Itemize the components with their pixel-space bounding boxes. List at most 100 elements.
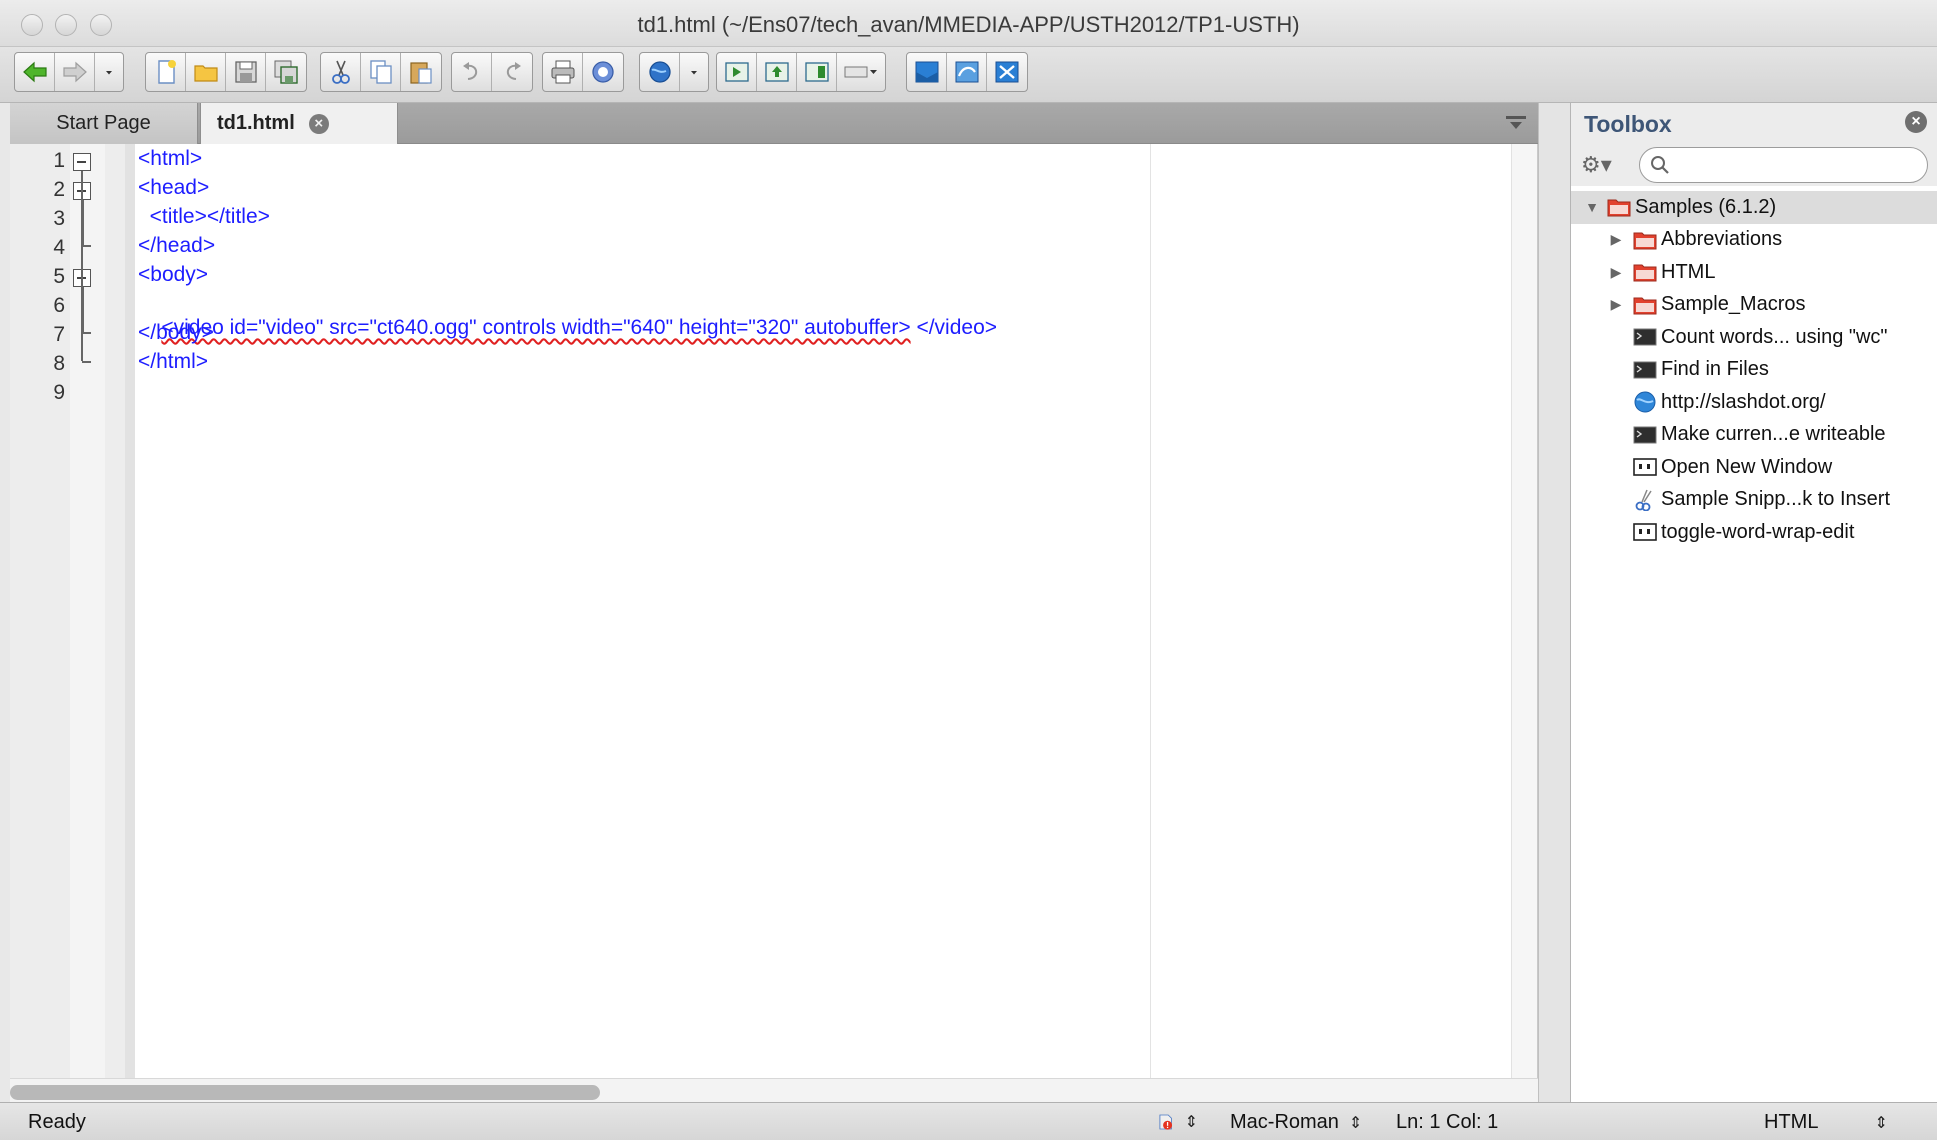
panel-splitter[interactable] [1538, 103, 1570, 1102]
toolbox-item-label: Count words... using "wc" [1661, 325, 1888, 348]
window-layout-button[interactable] [837, 53, 885, 91]
status-bar: Ready ⇕ Mac-Roman ⇕ Ln: 1 Col: 1 HTML ⇕ [0, 1102, 1937, 1140]
undo-button[interactable] [452, 53, 492, 91]
code-line-error-span: <video id="video" src="ct640.ogg" contro… [161, 316, 911, 339]
navigation-group [14, 52, 124, 92]
toolbox-item[interactable]: toggle-word-wrap-edit [1571, 516, 1937, 549]
forward-button[interactable] [55, 53, 95, 91]
toolbox-item-label: Sample_Macros [1661, 293, 1806, 316]
disclosure-expanded-icon[interactable]: ▼ [1585, 199, 1599, 215]
gear-icon[interactable]: ⚙▾ [1581, 152, 1612, 178]
sync-button[interactable] [947, 53, 987, 91]
close-tab-icon[interactable]: × [308, 113, 329, 134]
upload-button[interactable] [757, 53, 797, 91]
browser-preview-icon [648, 61, 671, 83]
toolbox-item[interactable]: Make curren...e writeable [1571, 419, 1937, 452]
run-button[interactable] [717, 53, 757, 91]
code-editor[interactable]: 1 2 3 4 5 6 7 8 9 <html> <head> <title><… [10, 144, 1538, 1105]
fold-guide [81, 171, 83, 361]
undo-icon [462, 62, 477, 80]
code-line: </body> [138, 321, 214, 344]
save-all-button[interactable] [266, 53, 306, 91]
toolbox-search-field[interactable] [1639, 147, 1928, 183]
language-selector[interactable]: HTML ⇕ [1764, 1111, 1888, 1134]
toolbox-item-label: Sample Snipp...k to Insert [1661, 488, 1891, 511]
redo-icon [506, 62, 521, 80]
file-group [145, 52, 307, 92]
disclosure-collapsed-icon[interactable]: ▶ [1609, 231, 1623, 248]
remote-button[interactable] [987, 53, 1027, 91]
save-icon [234, 61, 257, 83]
toolbox-item[interactable]: Sample Snipp...k to Insert [1571, 484, 1937, 517]
open-folder-icon [193, 65, 218, 82]
toolbox-item[interactable]: ▶ Sample_Macros [1571, 289, 1937, 322]
run-group [716, 52, 886, 92]
fold-end [82, 245, 91, 247]
copy-button[interactable] [361, 53, 401, 91]
browser-preview-button[interactable] [640, 53, 680, 91]
folder-icon [1633, 294, 1657, 316]
terminal-icon [1633, 424, 1657, 446]
encoding-selector[interactable]: Mac-Roman ⇕ [1230, 1111, 1362, 1134]
horizontal-scroll-thumb[interactable] [10, 1085, 600, 1100]
print-icon [551, 60, 574, 84]
updown-arrows-icon: ⇕ [1348, 1115, 1363, 1132]
line-number: 2 [53, 178, 65, 201]
tab-td1-html[interactable]: td1.html × [200, 103, 398, 144]
back-button[interactable] [15, 53, 55, 91]
toolbox-item[interactable]: Count words... using "wc" [1571, 321, 1937, 354]
forward-icon [62, 61, 87, 83]
toolbox-item-label: Abbreviations [1661, 228, 1783, 251]
toolbox-toggle-button[interactable] [907, 53, 947, 91]
disclosure-collapsed-icon[interactable]: ▶ [1609, 296, 1623, 313]
paste-icon [410, 62, 432, 84]
redo-button[interactable] [492, 53, 532, 91]
paste-button[interactable] [401, 53, 441, 91]
folder-icon [1607, 196, 1631, 218]
toolbox-item[interactable]: Open New Window [1571, 451, 1937, 484]
tab-start-page[interactable]: Start Page [10, 103, 198, 144]
tab-label: Start Page [56, 112, 151, 134]
open-folder-button[interactable] [186, 53, 226, 91]
horizontal-scrollbar[interactable] [10, 1078, 1538, 1105]
help-icon [592, 61, 614, 83]
disclosure-collapsed-icon[interactable]: ▶ [1609, 264, 1623, 281]
history-dropdown-button[interactable] [95, 53, 123, 91]
vertical-scrollbar[interactable] [1511, 144, 1537, 1078]
upload-icon [764, 62, 789, 82]
line-number: 7 [53, 323, 65, 346]
cursor-position: Ln: 1 Col: 1 [1396, 1111, 1499, 1133]
line-number: 1 [53, 149, 65, 172]
help-button[interactable] [583, 53, 623, 91]
cut-button[interactable] [321, 53, 361, 91]
new-file-button[interactable] [146, 53, 186, 91]
right-margin-guide [1150, 144, 1151, 1078]
split-view-button[interactable] [797, 53, 837, 91]
search-input[interactable] [1676, 153, 1916, 177]
panels-group [906, 52, 1028, 92]
fold-toggle-html[interactable] [73, 153, 91, 171]
toolbox-item-label: http://slashdot.org/ [1661, 390, 1826, 413]
toolbox-item-label: Make curren...e writeable [1661, 423, 1886, 446]
toolbox-item[interactable]: ▶ Abbreviations [1571, 224, 1937, 257]
tab-list-menu-icon[interactable] [1504, 113, 1528, 133]
command-icon [1633, 456, 1657, 478]
browser-preview-dropdown[interactable] [680, 53, 708, 91]
code-line: <head> [138, 176, 210, 199]
updown-arrows-icon: ⇕ [1874, 1115, 1888, 1132]
notifications-button[interactable]: ⇕ [1158, 1107, 1198, 1137]
title-bar: td1.html (~/Ens07/tech_avan/MMEDIA-APP/U… [0, 0, 1937, 47]
save-button[interactable] [226, 53, 266, 91]
print-button[interactable] [543, 53, 583, 91]
toolbox-item[interactable]: ▶ HTML [1571, 256, 1937, 289]
toolbox-item[interactable]: http://slashdot.org/ [1571, 386, 1937, 419]
toolbox-toggle-icon [915, 61, 938, 83]
print-help-group [542, 52, 624, 92]
close-toolbox-icon[interactable]: × [1905, 111, 1927, 133]
code-line: <body> [138, 263, 209, 286]
clipboard-group [320, 52, 442, 92]
toolbox-item[interactable]: ▼ Samples (6.1.2) [1571, 191, 1937, 224]
terminal-icon [1633, 359, 1657, 381]
toolbox-item-label: toggle-word-wrap-edit [1661, 520, 1855, 543]
toolbox-item[interactable]: Find in Files [1571, 354, 1937, 387]
